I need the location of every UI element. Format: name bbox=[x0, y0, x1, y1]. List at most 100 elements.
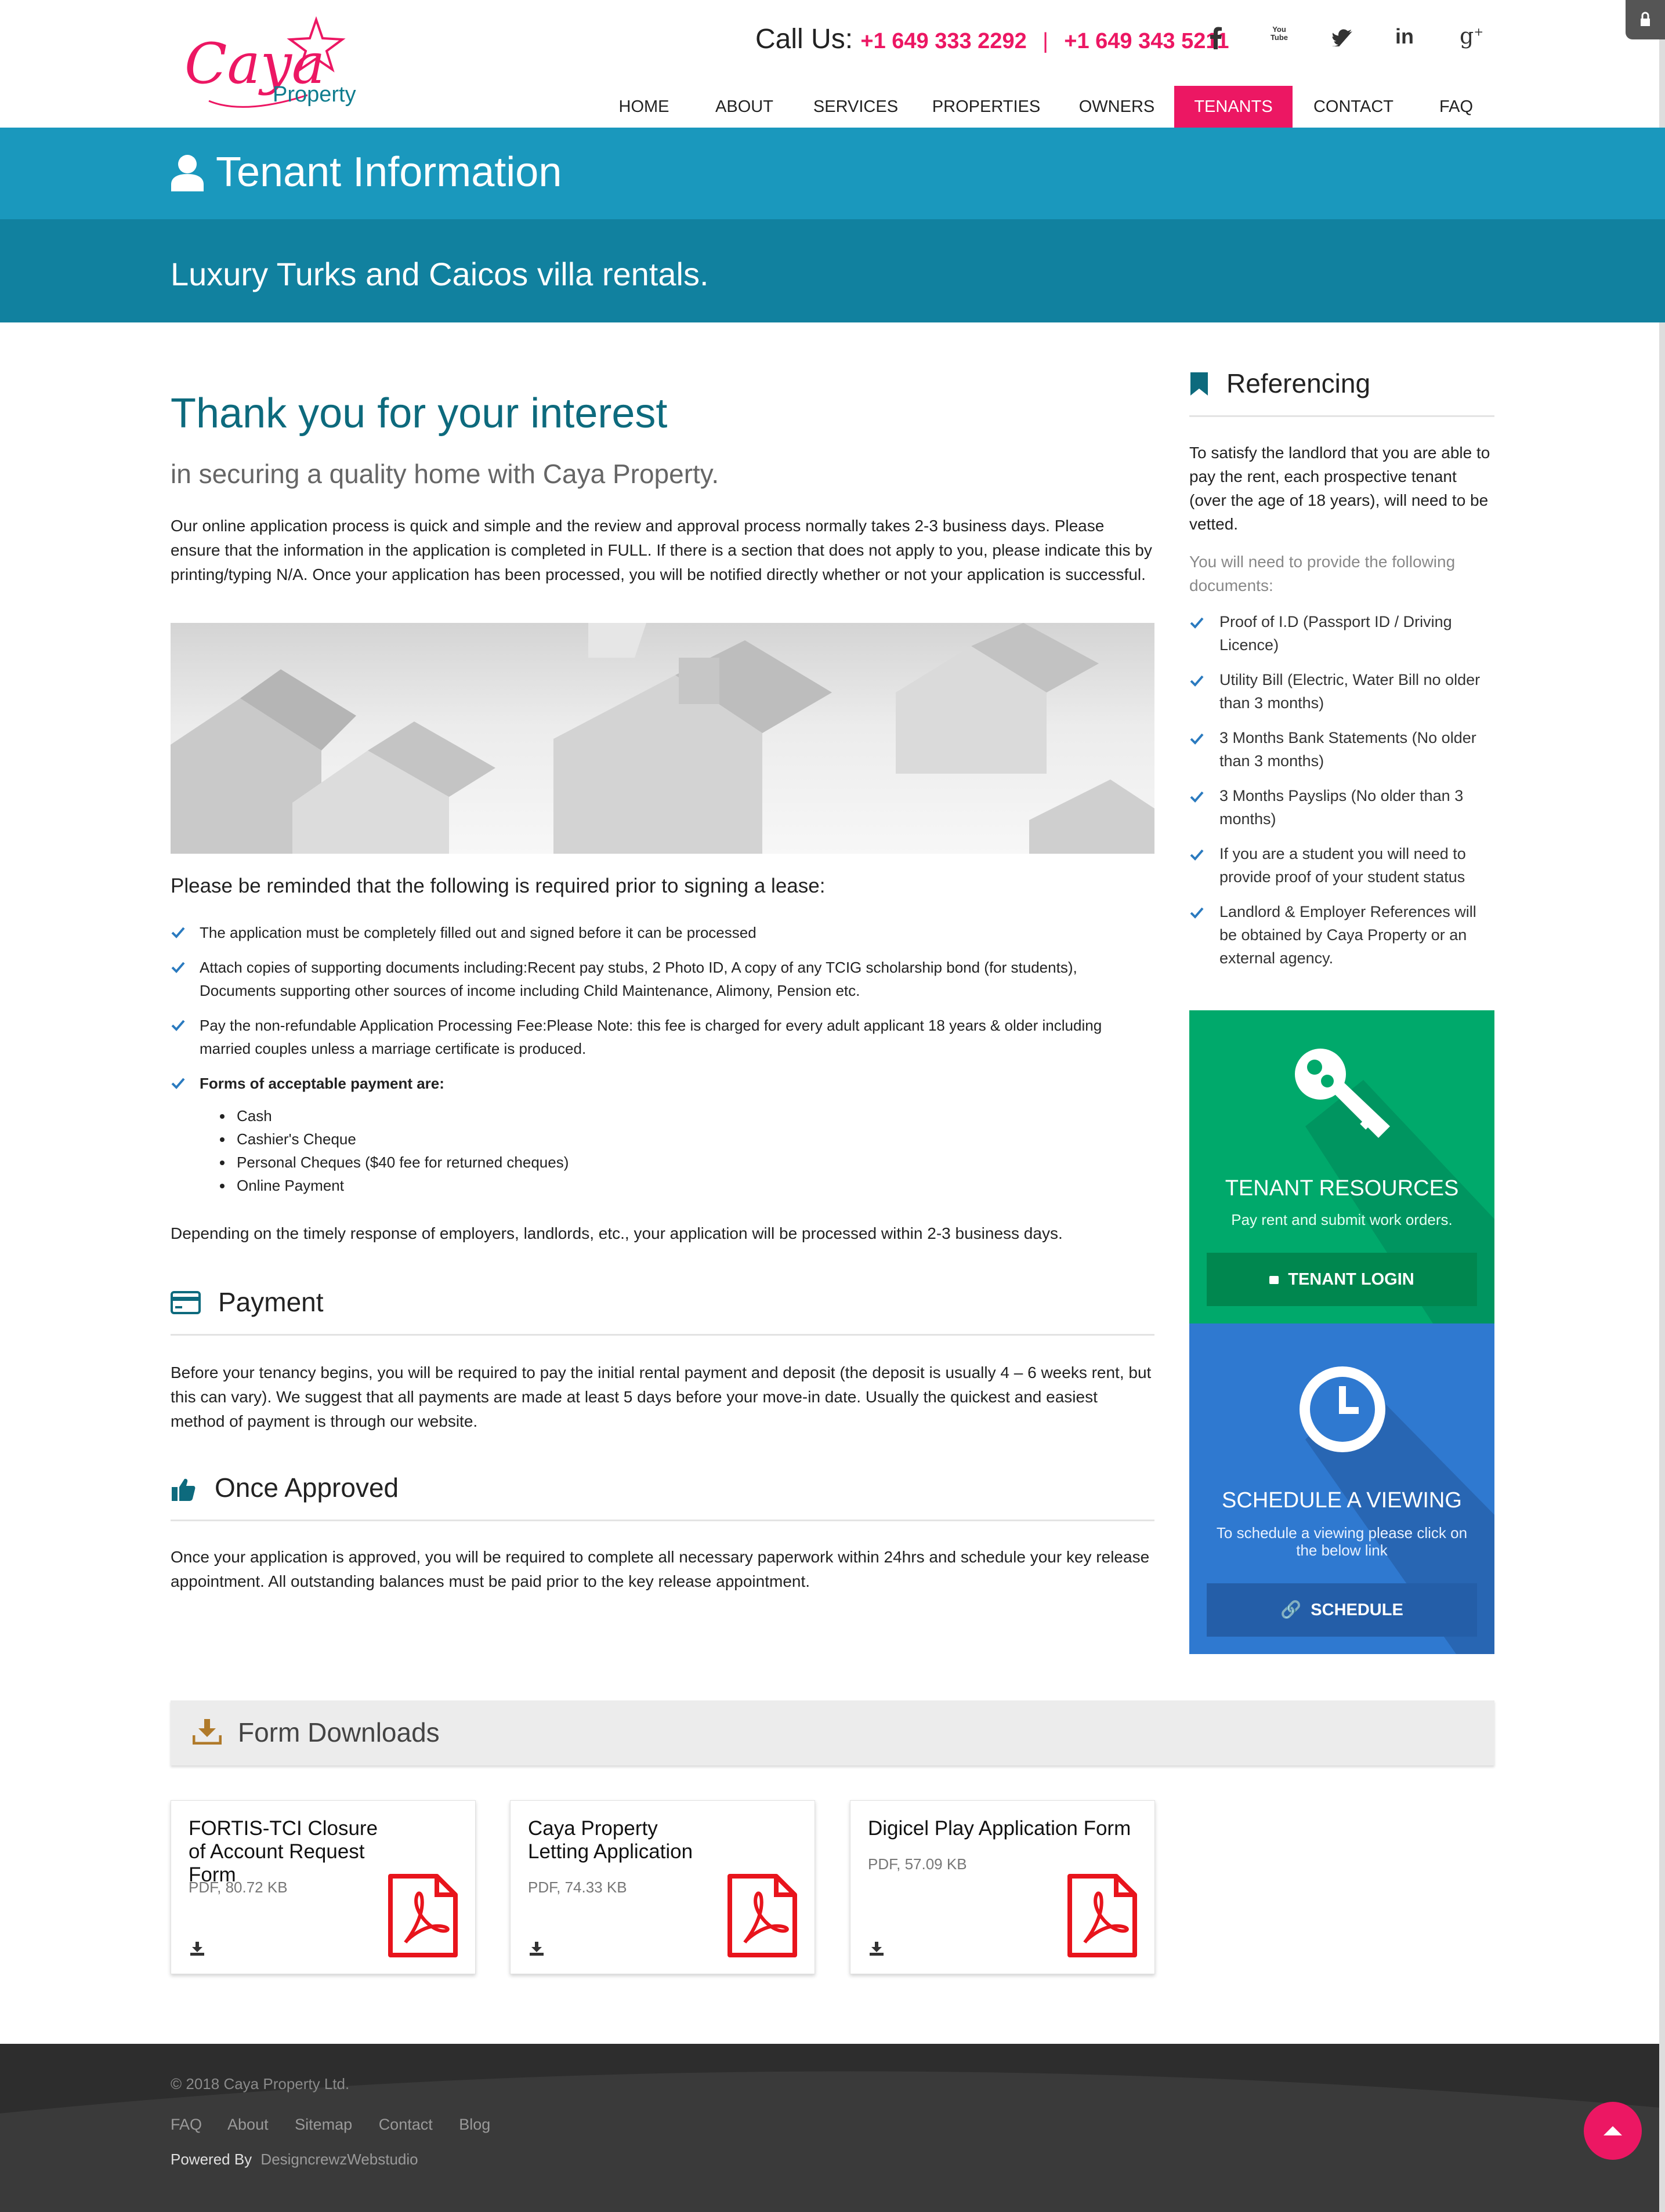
download-icon[interactable] bbox=[190, 1941, 205, 1956]
referencing-heading: Referencing bbox=[1226, 368, 1371, 398]
check-icon bbox=[1190, 675, 1204, 687]
payment-forms-list: Cash Cashier's Cheque Personal Cheques (… bbox=[200, 1104, 1154, 1197]
key-icon bbox=[1295, 1049, 1390, 1138]
check-icon bbox=[171, 927, 185, 938]
list-item: The application must be completely fille… bbox=[171, 921, 1154, 944]
main-subheading: in securing a quality home with Caya Pro… bbox=[171, 459, 719, 489]
youtube-icon[interactable]: You Tube bbox=[1269, 26, 1289, 50]
list-item: Forms of acceptable payment are: Cash Ca… bbox=[171, 1072, 1154, 1197]
viewing-text: To schedule a viewing please click on th… bbox=[1216, 1524, 1468, 1559]
check-icon bbox=[1190, 907, 1204, 919]
resources-text: Pay rent and submit work orders. bbox=[1231, 1211, 1453, 1228]
user-icon bbox=[171, 155, 204, 191]
schedule-button[interactable]: 🔗 SCHEDULE bbox=[1207, 1583, 1477, 1637]
scrollbar-track[interactable] bbox=[1659, 0, 1665, 2212]
footer-link-about[interactable]: About bbox=[227, 2116, 269, 2133]
page-title: Tenant Information bbox=[216, 149, 562, 195]
nav-tenants[interactable]: TENANTS bbox=[1174, 86, 1293, 128]
arrow-up-icon bbox=[1604, 2126, 1622, 2135]
clock-icon bbox=[1300, 1366, 1385, 1452]
powered-by: Powered By DesigncrewzWebstudio bbox=[171, 2151, 418, 2169]
nav-faq[interactable]: FAQ bbox=[1421, 86, 1491, 128]
linkedin-icon[interactable]: in bbox=[1395, 24, 1414, 49]
site-logo[interactable]: Caya Property bbox=[174, 8, 365, 118]
download-icon bbox=[193, 1719, 222, 1745]
site-header: Caya Property Call Us: +1 649 333 2292 |… bbox=[0, 0, 1665, 128]
list-item: Pay the non-refundable Application Proce… bbox=[171, 1014, 1154, 1060]
page-title-band: Tenant Information bbox=[0, 128, 1665, 219]
download-card[interactable]: Caya Property Letting Application PDF, 7… bbox=[510, 1800, 815, 1974]
payment-text: Before your tenancy begins, you will be … bbox=[171, 1364, 1152, 1430]
intro-text: Our online application process is quick … bbox=[171, 517, 1152, 583]
form-title: Caya Property Letting Application bbox=[528, 1817, 693, 1863]
nav-about[interactable]: ABOUT bbox=[701, 86, 788, 128]
download-card[interactable]: FORTIS-TCI Closure of Account Request Fo… bbox=[171, 1800, 476, 1974]
thumbs-up-icon bbox=[172, 1478, 196, 1501]
nav-home[interactable]: HOME bbox=[603, 86, 685, 128]
form-downloads-header: Form Downloads bbox=[171, 1700, 1494, 1765]
list-item: Proof of I.D (Passport ID / Driving Lice… bbox=[1189, 610, 1494, 657]
referencing-divider bbox=[1189, 415, 1494, 417]
phone-separator: | bbox=[1043, 29, 1048, 53]
tenant-login-button[interactable]: TENANT LOGIN bbox=[1207, 1253, 1477, 1306]
youtube-icon-text: You Tube bbox=[1270, 25, 1288, 42]
requirements-list: The application must be completely fille… bbox=[171, 921, 1154, 1209]
footer-link-contact[interactable]: Contact bbox=[379, 2116, 433, 2133]
download-icon[interactable] bbox=[529, 1941, 544, 1956]
footer-link-sitemap[interactable]: Sitemap bbox=[295, 2116, 352, 2133]
list-item: 3 Months Payslips (No older than 3 month… bbox=[1189, 784, 1494, 831]
download-icon[interactable] bbox=[869, 1941, 884, 1956]
documents-label: You will need to provide the following d… bbox=[1189, 553, 1456, 594]
pdf-icon bbox=[727, 1874, 797, 1957]
download-card[interactable]: Digicel Play Application Form PDF, 57.09… bbox=[850, 1800, 1155, 1974]
page-tagline: Luxury Turks and Caicos villa rentals. bbox=[171, 256, 709, 292]
check-icon bbox=[1190, 791, 1204, 803]
bookmark-icon bbox=[1190, 372, 1208, 396]
lock-icon bbox=[1269, 1276, 1279, 1285]
list-item: Utility Bill (Electric, Water Bill no ol… bbox=[1189, 668, 1494, 715]
form-meta: PDF, 74.33 KB bbox=[528, 1879, 627, 1896]
twitter-icon[interactable] bbox=[1332, 29, 1353, 46]
approved-text: Once your application is approved, you w… bbox=[171, 1548, 1150, 1590]
houses-image bbox=[171, 623, 1154, 854]
nav-owners[interactable]: OWNERS bbox=[1067, 86, 1166, 128]
back-to-top-button[interactable] bbox=[1584, 2102, 1642, 2160]
check-icon bbox=[171, 962, 185, 973]
footer-link-blog[interactable]: Blog bbox=[459, 2116, 490, 2133]
list-item: Attach copies of supporting documents in… bbox=[171, 956, 1154, 1002]
resources-title: TENANT RESOURCES bbox=[1225, 1176, 1459, 1201]
approved-heading: Once Approved bbox=[215, 1473, 399, 1503]
powered-link[interactable]: DesigncrewzWebstudio bbox=[260, 2151, 418, 2168]
form-meta: PDF, 80.72 KB bbox=[189, 1879, 288, 1896]
pdf-icon bbox=[388, 1874, 458, 1957]
google-plus-icon[interactable]: g+ bbox=[1460, 23, 1483, 49]
call-label: Call Us: bbox=[755, 24, 853, 55]
nav-services[interactable]: SERVICES bbox=[806, 86, 905, 128]
payment-form-item: Personal Cheques ($40 fee for returned c… bbox=[233, 1151, 1154, 1174]
form-title: FORTIS-TCI Closure of Account Request Fo… bbox=[189, 1817, 378, 1886]
check-icon bbox=[171, 1020, 185, 1031]
footer-link-faq[interactable]: FAQ bbox=[171, 2116, 202, 2133]
site-footer: © 2018 Caya Property Ltd. FAQ About Site… bbox=[0, 2044, 1659, 2212]
admin-lock-tab[interactable] bbox=[1626, 0, 1665, 39]
schedule-viewing-box: SCHEDULE A VIEWING To schedule a viewing… bbox=[1189, 1323, 1494, 1654]
nav-contact[interactable]: CONTACT bbox=[1300, 86, 1407, 128]
list-item: Landlord & Employer References will be o… bbox=[1189, 900, 1494, 970]
payment-form-item: Cashier's Cheque bbox=[233, 1127, 1154, 1151]
reminder-heading: Please be reminded that the following is… bbox=[171, 875, 826, 897]
phone-primary[interactable]: +1 649 333 2292 bbox=[860, 29, 1026, 53]
phone-secondary[interactable]: +1 649 343 5211 bbox=[1064, 29, 1229, 53]
powered-label: Powered By bbox=[171, 2151, 252, 2168]
payment-form-item: Online Payment bbox=[233, 1174, 1154, 1197]
form-title: Digicel Play Application Form bbox=[868, 1817, 1131, 1840]
downloads-heading: Form Downloads bbox=[238, 1717, 440, 1747]
nav-properties[interactable]: PROPERTIES bbox=[922, 86, 1050, 128]
pdf-icon bbox=[1067, 1874, 1137, 1957]
list-item: If you are a student you will need to pr… bbox=[1189, 842, 1494, 889]
processing-note: Depending on the timely response of empl… bbox=[171, 1224, 1063, 1242]
credit-card-icon bbox=[171, 1291, 201, 1314]
list-item: 3 Months Bank Statements (No older than … bbox=[1189, 726, 1494, 773]
facebook-icon[interactable] bbox=[1207, 26, 1224, 49]
tagline-band: Luxury Turks and Caicos villa rentals. bbox=[0, 219, 1665, 322]
payment-divider bbox=[171, 1334, 1154, 1336]
